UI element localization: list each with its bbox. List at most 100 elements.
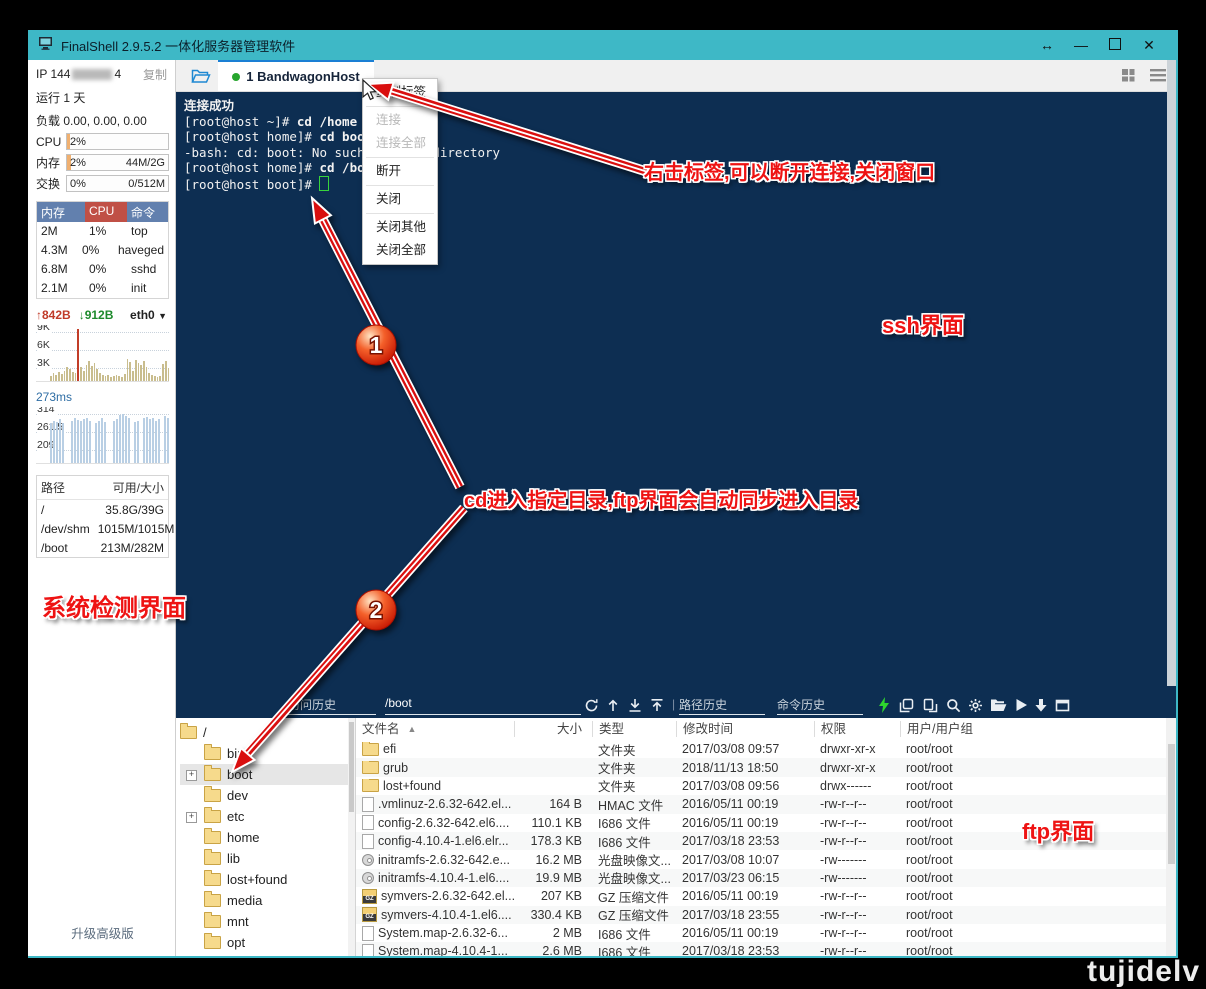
tree-item-etc[interactable]: +etc (180, 806, 355, 827)
file-col-header[interactable]: 大小 (514, 721, 592, 737)
file-row[interactable]: System.map-2.6.32-6...2 MBI686 文件2016/05… (356, 924, 1176, 942)
paste-icon[interactable] (921, 696, 939, 714)
gz-icon (362, 907, 377, 922)
menu-item-关闭全部[interactable]: 关闭全部 (363, 239, 437, 262)
tree-item-lib[interactable]: lib (180, 848, 355, 869)
upload-icon[interactable] (648, 696, 666, 714)
process-cell: 2.1M (37, 279, 85, 298)
file-col-header[interactable]: 权限 (814, 721, 900, 737)
file-row[interactable]: symvers-2.6.32-642.el...207 KBGZ 压缩文件201… (356, 887, 1176, 905)
file-row[interactable]: config-2.6.32-642.el6....110.1 KBI686 文件… (356, 814, 1176, 832)
expand-icon[interactable]: + (186, 812, 197, 823)
copy-icon[interactable] (897, 696, 915, 714)
folder-icon (362, 743, 379, 756)
upgrade-link[interactable]: 升级高级版 (36, 923, 169, 948)
menu-item-复制标签[interactable]: 复制标签 (363, 81, 437, 104)
menu-item-关闭[interactable]: 关闭 (363, 188, 437, 211)
resize-icon[interactable]: ↔ (1030, 37, 1064, 53)
refresh-icon[interactable] (582, 696, 600, 714)
tree-item-mnt[interactable]: mnt (180, 911, 355, 932)
disk-cell: 35.8G/39G (101, 500, 168, 519)
file-perm: -rw-r--r-- (814, 944, 900, 956)
process-row[interactable]: 4.3M0%haveged (37, 241, 168, 260)
file-col-header[interactable]: 类型 (592, 721, 676, 737)
file-icon (362, 944, 374, 956)
interface-select[interactable]: eth0 ▼ (130, 308, 167, 322)
tree-item-label: lost+found (227, 872, 287, 887)
copy-ip-button[interactable]: 复制 (143, 66, 167, 83)
download-panel-icon[interactable] (1032, 696, 1050, 714)
window-layout-icon[interactable] (1053, 696, 1071, 714)
quick-command-icon[interactable] (875, 696, 893, 714)
file-row[interactable]: lost+found文件夹2017/03/08 09:56drwx------r… (356, 777, 1176, 795)
open-folder-icon[interactable] (989, 696, 1007, 714)
file-mtime: 2017/03/23 06:15 (676, 871, 814, 885)
path-history-field[interactable]: 路径历史 (679, 696, 765, 715)
download-icon[interactable] (626, 696, 644, 714)
process-row[interactable]: 2M1%top (37, 222, 168, 241)
file-perm: -rw------- (814, 853, 900, 867)
menu-item-断开[interactable]: 断开 (363, 160, 437, 183)
gear-icon[interactable] (966, 696, 984, 714)
tree-item-bin[interactable]: bin (180, 743, 355, 764)
run-icon[interactable] (1012, 696, 1030, 714)
file-owner: root/root (900, 871, 1028, 885)
path-field[interactable]: /boot (385, 696, 581, 715)
file-col-header[interactable]: 用户/用户组 (900, 721, 1028, 737)
file-row[interactable]: efi文件夹2017/03/08 09:57drwxr-xr-xroot/roo… (356, 740, 1176, 758)
process-row[interactable]: 6.8M0%sshd (37, 260, 168, 279)
tree-scrollbar[interactable] (348, 718, 355, 956)
up-directory-icon[interactable] (604, 696, 622, 714)
ssh-terminal[interactable]: 连接成功[root@host ~]# cd /home[root@host ho… (176, 92, 1176, 693)
file-row[interactable]: .vmlinuz-2.6.32-642.el...164 BHMAC 文件201… (356, 795, 1176, 813)
tree-item-lost+found[interactable]: lost+found (180, 869, 355, 890)
screenshot-stage: FinalShell 2.9.5.2 一体化服务器管理软件 ↔ — ✕ IP 1… (0, 0, 1206, 989)
file-row[interactable]: initramfs-2.6.32-642.e...16.2 MB光盘映像文...… (356, 850, 1176, 868)
file-row[interactable]: config-4.10.4-1.el6.elr...178.3 KBI686 文… (356, 832, 1176, 850)
file-perm: -rw------- (814, 871, 900, 885)
file-mtime: 2016/05/11 00:19 (676, 889, 814, 903)
terminal-line: [root@host home]# cd boot (184, 129, 1176, 145)
file-row[interactable]: initramfs-4.10.4-1.el6....19.9 MB光盘映像文..… (356, 869, 1176, 887)
file-col-header[interactable]: 修改时间 (676, 721, 814, 737)
menu-item-连接: 连接 (363, 109, 437, 132)
open-connections-button[interactable] (184, 60, 218, 91)
grid-view-icon[interactable] (1116, 60, 1140, 91)
search-icon[interactable] (944, 696, 962, 714)
file-row[interactable]: grub文件夹2018/11/13 18:50drwxr-xr-xroot/ro… (356, 758, 1176, 776)
file-type: I686 文件 (592, 924, 676, 943)
tree-item-label: dev (227, 788, 248, 803)
file-row[interactable]: symvers-4.10.4-1.el6....330.4 KBGZ 压缩文件2… (356, 906, 1176, 924)
file-size: 110.1 KB (514, 816, 592, 830)
file-col-header[interactable]: 文件名▲ (356, 721, 514, 737)
tree-item-dev[interactable]: dev (180, 785, 355, 806)
command-history-field[interactable]: 命令历史 (777, 696, 863, 715)
menu-item-关闭其他[interactable]: 关闭其他 (363, 216, 437, 239)
toolbar-divider: | (672, 697, 675, 711)
tree-item-media[interactable]: media (180, 890, 355, 911)
maximize-button[interactable] (1098, 37, 1132, 53)
close-button[interactable]: ✕ (1132, 37, 1166, 54)
visit-history-field[interactable]: 访问历史 (288, 696, 376, 715)
file-size: 16.2 MB (514, 853, 592, 867)
process-cell: 0% (85, 260, 127, 279)
download-rate: ↓912B (79, 308, 114, 322)
tab-bandwagonhost[interactable]: 1 BandwagonHost (218, 60, 374, 91)
tree-item-home[interactable]: home (180, 827, 355, 848)
ip-suffix: 4 (114, 67, 121, 81)
tab-label: 1 BandwagonHost (246, 69, 359, 84)
sort-asc-icon: ▲ (408, 721, 417, 737)
load-label: 负载 0.00, 0.00, 0.00 (36, 112, 169, 129)
tree-item-opt[interactable]: opt (180, 932, 355, 953)
file-table-scrollbar[interactable] (1166, 718, 1176, 956)
file-mtime: 2017/03/08 09:56 (676, 779, 814, 793)
expand-icon[interactable]: + (186, 770, 197, 781)
terminal-scrollbar[interactable] (1167, 60, 1176, 686)
process-row[interactable]: 2.1M0%init (37, 279, 168, 298)
minimize-button[interactable]: — (1064, 37, 1098, 53)
file-row[interactable]: System.map-4.10.4-1...2.6 MBI686 文件2017/… (356, 942, 1176, 956)
tree-item-boot[interactable]: +boot (180, 764, 355, 785)
folder-icon (204, 894, 221, 907)
disk-cell: /boot (37, 538, 97, 557)
tree-root[interactable]: / (180, 722, 355, 743)
